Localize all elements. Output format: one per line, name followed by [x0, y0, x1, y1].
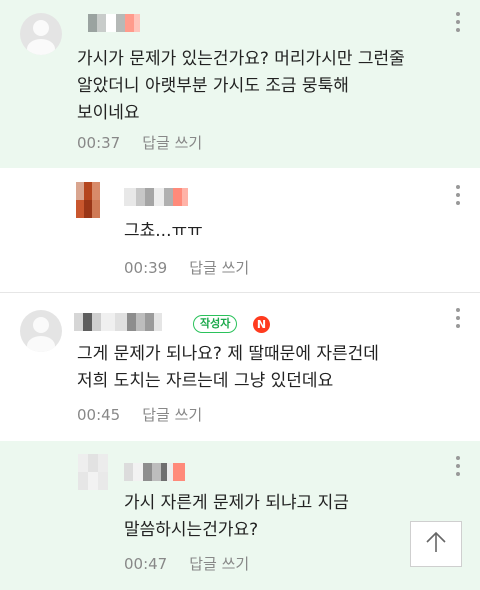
more-options-icon[interactable] [456, 456, 460, 480]
avatar[interactable] [76, 182, 100, 218]
comment-item: 작성자 N 그게 문제가 되나요? 제 딸때문에 자른건데 저희 도치는 자르는… [0, 293, 480, 439]
comment-text: 그쵸...ㅠㅠ [124, 221, 203, 241]
more-options-icon[interactable] [456, 185, 460, 209]
comment-text: 그게 문제가 되나요? 제 딸때문에 자른건데 저희 도치는 자르는데 그냥 있… [77, 344, 379, 391]
author-name-blurred[interactable] [74, 313, 162, 331]
avatar[interactable] [20, 310, 62, 352]
more-options-icon[interactable] [456, 308, 460, 332]
scroll-top-button[interactable] [410, 521, 462, 567]
arrow-up-icon [425, 530, 447, 558]
avatar[interactable] [20, 13, 62, 55]
avatar[interactable] [78, 454, 108, 490]
comment-time: 00:39 [124, 259, 168, 277]
comment-meta: 00:47 답글 쓰기 [124, 553, 249, 574]
comment-text: 가시 자른게 문제가 되냐고 지금 말씀하시는건가요? [124, 493, 349, 540]
comment-item: 가시가 문제가 있는건가요? 머리가시만 그런줄 알았더니 아랫부분 가시도 조… [0, 0, 480, 168]
reply-button[interactable]: 답글 쓰기 [189, 259, 249, 277]
more-options-icon[interactable] [456, 12, 460, 36]
author-badge: 작성자 [193, 315, 238, 333]
reply-button[interactable]: 답글 쓰기 [142, 406, 202, 424]
comment-item: 그쵸...ㅠㅠ 00:39 답글 쓰기 [0, 172, 480, 290]
comment-meta: 00:39 답글 쓰기 [124, 257, 249, 278]
author-name-blurred[interactable] [124, 188, 188, 206]
comment-meta: 00:37 답글 쓰기 [77, 132, 202, 153]
comment-time: 00:47 [124, 555, 168, 573]
comment-meta: 00:45 답글 쓰기 [77, 404, 202, 425]
comment-text: 가시가 문제가 있는건가요? 머리가시만 그런줄 알았더니 아랫부분 가시도 조… [77, 49, 405, 123]
new-badge: N [253, 316, 270, 333]
reply-button[interactable]: 답글 쓰기 [142, 134, 202, 152]
comment-time: 00:45 [77, 406, 121, 424]
author-name-blurred[interactable] [88, 14, 140, 32]
comment-item: 가시 자른게 문제가 되냐고 지금 말씀하시는건가요? 00:47 답글 쓰기 [0, 441, 480, 590]
reply-button[interactable]: 답글 쓰기 [189, 555, 249, 573]
comment-time: 00:37 [77, 134, 121, 152]
author-name-blurred[interactable] [124, 463, 185, 481]
